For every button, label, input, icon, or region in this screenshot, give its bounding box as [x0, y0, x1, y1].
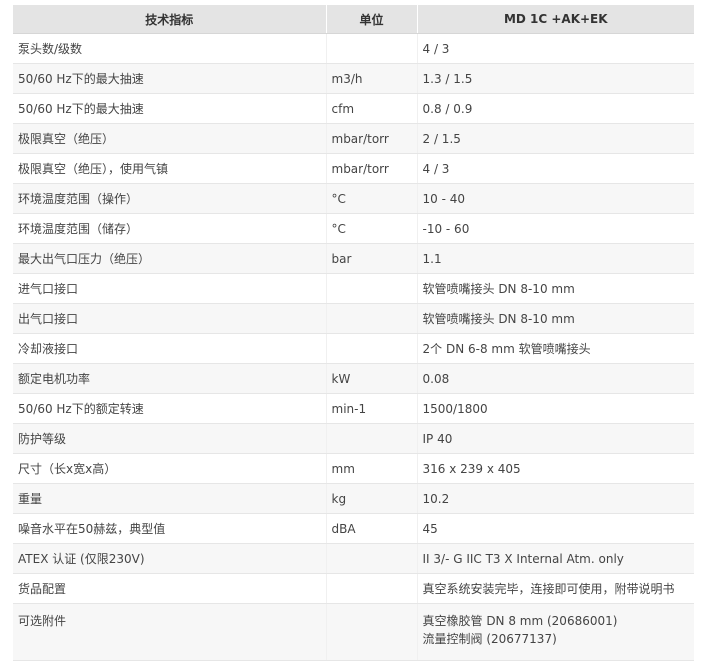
cell-param: 50/60 Hz下的额定转速 [13, 393, 327, 424]
header-unit: 单位 [326, 5, 418, 34]
cell-value: 4 / 3 [417, 33, 694, 64]
value-line: 真空橡胶管 DN 8 mm (20686001) [422, 614, 618, 628]
table-row: 极限真空（绝压） mbar/torr 2 / 1.5 [13, 123, 694, 154]
cell-param: 50/60 Hz下的最大抽速 [13, 63, 327, 94]
cell-value: 2 / 1.5 [417, 123, 694, 154]
table-row: 尺寸（长x宽x高） mm 316 x 239 x 405 [13, 453, 694, 484]
table-row: 防护等级 IP 40 [13, 423, 694, 454]
cell-param: 进气口接口 [13, 273, 327, 304]
table-row: 进气口接口 软管喷嘴接头 DN 8-10 mm [13, 273, 694, 304]
cell-value: II 3/- G IIC T3 X Internal Atm. only [417, 543, 694, 574]
header-row: 技术指标 单位 MD 1C +AK+EK [13, 5, 694, 34]
cell-param: 环境温度范围（储存） [13, 213, 327, 244]
cell-param: 冷却液接口 [13, 333, 327, 364]
table-row: 额定电机功率 kW 0.08 [13, 363, 694, 394]
cell-param: 50/60 Hz下的最大抽速 [13, 93, 327, 124]
cell-param: 出气口接口 [13, 303, 327, 334]
cell-value: 0.08 [417, 363, 694, 394]
cell-param: 最大出气口压力（绝压） [13, 243, 327, 274]
cell-value: 1500/1800 [417, 393, 694, 424]
cell-unit [326, 33, 418, 64]
cell-value: 2个 DN 6-8 mm 软管喷嘴接头 [417, 333, 694, 364]
table-row: ATEX 认证 (仅限230V) II 3/- G IIC T3 X Intern… [13, 543, 694, 574]
cell-value: IP 40 [417, 423, 694, 454]
cell-unit [326, 603, 418, 661]
table-row: 可选附件 真空橡胶管 DN 8 mm (20686001) 流量控制阀 (20677… [13, 603, 694, 661]
table-row: 环境温度范围（操作） °C 10 - 40 [13, 183, 694, 214]
cell-unit: kW [326, 363, 418, 394]
cell-unit: mm [326, 453, 418, 484]
header-value: MD 1C +AK+EK [417, 5, 694, 34]
cell-param: 极限真空（绝压） [13, 123, 327, 154]
cell-unit: dBA [326, 513, 418, 544]
cell-value: 1.1 [417, 243, 694, 274]
cell-param: 货品配置 [13, 573, 327, 604]
value-line: 流量控制阀 (20677137) [422, 632, 557, 646]
cell-param: 尺寸（长x宽x高） [13, 453, 327, 484]
cell-value: 真空橡胶管 DN 8 mm (20686001) 流量控制阀 (20677137) [417, 603, 694, 661]
cell-unit: min-1 [326, 393, 418, 424]
cell-value: 4 / 3 [417, 153, 694, 184]
cell-value: 软管喷嘴接头 DN 8-10 mm [417, 273, 694, 304]
cell-param: 噪音水平在50赫兹，典型值 [13, 513, 327, 544]
cell-unit: m3/h [326, 63, 418, 94]
cell-unit: kg [326, 483, 418, 514]
cell-value: 10.2 [417, 483, 694, 514]
cell-unit: bar [326, 243, 418, 274]
cell-param: 泵头数/级数 [13, 33, 327, 64]
table-row: 噪音水平在50赫兹，典型值 dBA 45 [13, 513, 694, 544]
cell-value: 软管喷嘴接头 DN 8-10 mm [417, 303, 694, 334]
table-row: 环境温度范围（储存） °C -10 - 60 [13, 213, 694, 244]
cell-param: 重量 [13, 483, 327, 514]
cell-unit [326, 273, 418, 304]
spec-table-header: 技术指标 单位 MD 1C +AK+EK [13, 5, 694, 34]
cell-unit [326, 303, 418, 334]
cell-unit [326, 423, 418, 454]
cell-param: 极限真空（绝压），使用气镇 [13, 153, 327, 184]
table-row: 50/60 Hz下的最大抽速 m3/h 1.3 / 1.5 [13, 63, 694, 94]
cell-unit [326, 573, 418, 604]
cell-value: 真空系统安装完毕，连接即可使用，附带说明书 [417, 573, 694, 604]
table-row: 50/60 Hz下的额定转速 min-1 1500/1800 [13, 393, 694, 424]
cell-param: 可选附件 [13, 603, 327, 661]
cell-param: ATEX 认证 (仅限230V) [13, 543, 327, 574]
cell-unit: mbar/torr [326, 123, 418, 154]
cell-value: 10 - 40 [417, 183, 694, 214]
table-row: 50/60 Hz下的最大抽速 cfm 0.8 / 0.9 [13, 93, 694, 124]
cell-value: -10 - 60 [417, 213, 694, 244]
table-row: 泵头数/级数 4 / 3 [13, 33, 694, 64]
table-row: 最大出气口压力（绝压） bar 1.1 [13, 243, 694, 274]
cell-unit [326, 543, 418, 574]
table-row: 极限真空（绝压），使用气镇 mbar/torr 4 / 3 [13, 153, 694, 184]
cell-unit: °C [326, 183, 418, 214]
header-param: 技术指标 [13, 5, 327, 34]
table-row: 重量 kg 10.2 [13, 483, 694, 514]
cell-param: 环境温度范围（操作） [13, 183, 327, 214]
cell-value: 1.3 / 1.5 [417, 63, 694, 94]
cell-unit [326, 333, 418, 364]
cell-param: 额定电机功率 [13, 363, 327, 394]
table-row: 冷却液接口 2个 DN 6-8 mm 软管喷嘴接头 [13, 333, 694, 364]
cell-value: 316 x 239 x 405 [417, 453, 694, 484]
cell-value: 45 [417, 513, 694, 544]
cell-unit: mbar/torr [326, 153, 418, 184]
spec-table: 技术指标 单位 MD 1C +AK+EK 泵头数/级数 4 / 3 50/60 Hz… [13, 5, 694, 661]
cell-unit: °C [326, 213, 418, 244]
cell-param: 防护等级 [13, 423, 327, 454]
spec-table-body: 泵头数/级数 4 / 3 50/60 Hz下的最大抽速 m3/h 1.3 / 1.5 50… [13, 33, 694, 661]
table-row: 出气口接口 软管喷嘴接头 DN 8-10 mm [13, 303, 694, 334]
cell-value: 0.8 / 0.9 [417, 93, 694, 124]
table-row: 货品配置 真空系统安装完毕，连接即可使用，附带说明书 [13, 573, 694, 604]
cell-unit: cfm [326, 93, 418, 124]
